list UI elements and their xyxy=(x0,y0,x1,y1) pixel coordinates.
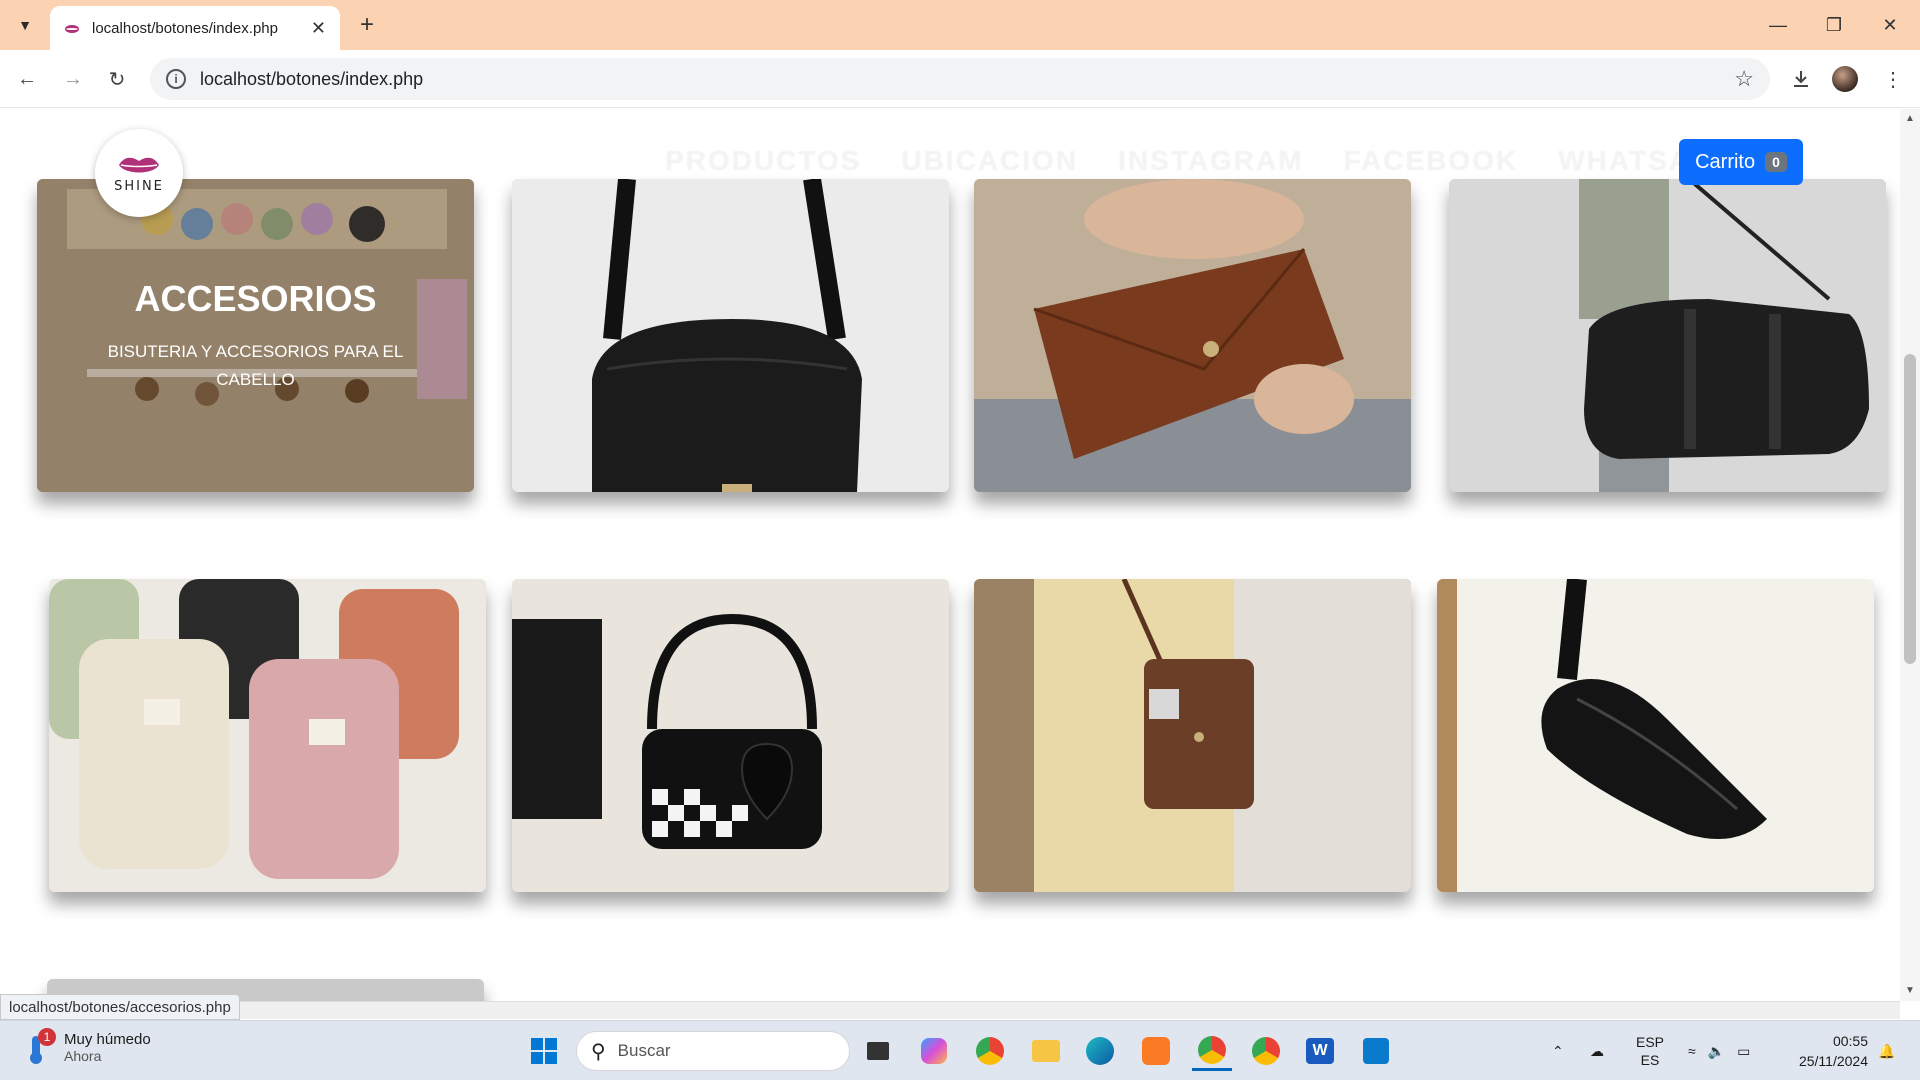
brown-leather-wallet-image xyxy=(974,179,1411,492)
taskbar-search-placeholder: Buscar xyxy=(617,1041,671,1060)
checkered-heart-handbag-image xyxy=(512,579,949,892)
copilot-icon[interactable] xyxy=(914,1031,954,1071)
vertical-scrollbar[interactable]: ▲ ▼ xyxy=(1900,109,1920,1001)
chevron-down-icon: ▼ xyxy=(18,17,32,33)
clock-time: 00:55 xyxy=(1832,1033,1868,1049)
system-tray[interactable]: ≈ 🔈 ▭ xyxy=(1688,1021,1750,1080)
address-bar[interactable]: i localhost/botones/index.php ☆ xyxy=(150,58,1770,100)
xampp-icon[interactable] xyxy=(1136,1031,1176,1071)
close-window-button[interactable]: ✕ xyxy=(1862,0,1918,50)
show-hidden-icons[interactable]: ⌃ xyxy=(1552,1021,1564,1080)
chrome-icon[interactable] xyxy=(970,1031,1010,1071)
vscode-icon[interactable] xyxy=(1356,1031,1396,1071)
search-icon: ⚲ xyxy=(591,1040,606,1063)
language-top: ESP xyxy=(1636,1034,1665,1050)
address-url[interactable]: localhost/botones/index.php xyxy=(200,69,1734,90)
weather-subtitle: Ahora xyxy=(64,1048,102,1064)
cart-button[interactable]: Carrito 0 xyxy=(1679,139,1803,185)
task-view-icon[interactable] xyxy=(858,1031,898,1071)
chrome-profile-icon[interactable] xyxy=(1246,1031,1286,1071)
menu-kebab-icon[interactable]: ⋮ xyxy=(1878,64,1908,94)
battery-icon: ▭ xyxy=(1737,1042,1751,1059)
word-icon[interactable]: W xyxy=(1300,1031,1340,1071)
cart-count-badge: 0 xyxy=(1765,152,1787,172)
clock-date: 25/11/2024 xyxy=(1798,1053,1868,1069)
site-nav: PRODUCTOS UBICACION INSTAGRAM FACEBOOK W… xyxy=(665,145,1732,177)
weather-notification-badge: 1 xyxy=(38,1027,56,1046)
card-brown-wallet[interactable] xyxy=(974,179,1411,492)
card-phone-pouch[interactable] xyxy=(974,579,1411,892)
horizontal-scrollbar[interactable] xyxy=(0,1001,1900,1019)
taskbar-search[interactable]: ⚲ Buscar xyxy=(576,1031,850,1071)
tab-strip: ▼ localhost/botones/index.php ✕ + — ❐ ✕ xyxy=(0,0,1920,50)
file-explorer-icon[interactable] xyxy=(1026,1031,1066,1071)
browser-tab[interactable]: localhost/botones/index.php ✕ xyxy=(50,6,340,50)
weather-title: Muy húmedo xyxy=(64,1031,151,1048)
chevron-up-icon: ⌃ xyxy=(1552,1042,1564,1059)
profile-avatar[interactable] xyxy=(1832,66,1858,92)
tab-title: localhost/botones/index.php xyxy=(92,19,278,37)
windows-start-icon[interactable] xyxy=(524,1031,564,1071)
nav-facebook[interactable]: FACEBOOK xyxy=(1344,145,1519,177)
site-logo[interactable]: SHINE xyxy=(95,129,183,217)
card-overlay: ACCESORIOS BISUTERIA Y ACCESORIOS PARA E… xyxy=(37,179,474,492)
windows-taskbar: 1 Muy húmedo Ahora ⚲ Buscar W ⌃ ☁ ESP ES… xyxy=(0,1020,1920,1080)
weather-widget[interactable]: 1 Muy húmedo Ahora xyxy=(22,1027,151,1064)
language-indicator[interactable]: ESP ES xyxy=(1636,1021,1664,1080)
restore-button[interactable]: ❐ xyxy=(1806,0,1862,50)
volume-icon: 🔈 xyxy=(1707,1042,1726,1059)
card-black-duffel[interactable] xyxy=(1449,179,1886,492)
link-status-bubble: localhost/botones/accesorios.php xyxy=(0,994,240,1020)
edge-icon[interactable] xyxy=(1080,1031,1120,1071)
black-crossbody-bag-image xyxy=(512,179,949,492)
close-tab-icon[interactable]: ✕ xyxy=(311,18,326,39)
card-heading: ACCESORIOS xyxy=(134,277,377,319)
site-info-icon[interactable]: i xyxy=(166,69,186,89)
tab-search-button[interactable]: ▼ xyxy=(10,10,40,40)
language-bottom: ES xyxy=(1640,1052,1660,1068)
reload-button[interactable]: ↻ xyxy=(102,64,132,94)
minimize-button[interactable]: — xyxy=(1750,0,1806,50)
forward-button[interactable]: → xyxy=(58,64,88,94)
lips-favicon-icon xyxy=(65,25,79,33)
black-duffel-bag-image xyxy=(1449,179,1886,492)
pastel-backpacks-image xyxy=(49,579,486,892)
notifications-bell-icon[interactable]: 🔔 xyxy=(1878,1021,1895,1080)
download-icon[interactable] xyxy=(1786,64,1816,94)
card-backpacks[interactable] xyxy=(49,579,486,892)
back-button[interactable]: ← xyxy=(12,64,42,94)
brown-phone-pouch-image xyxy=(974,579,1411,892)
clock[interactable]: 00:55 25/11/2024 xyxy=(1786,1021,1868,1080)
weather-icon: 1 xyxy=(22,1027,56,1064)
nav-instagram[interactable]: INSTAGRAM xyxy=(1118,145,1303,177)
black-fanny-pack-image xyxy=(1437,579,1874,892)
lips-icon xyxy=(119,157,159,172)
page-viewport: SHINE PRODUCTOS UBICACION INSTAGRAM FACE… xyxy=(0,109,1900,1001)
cart-label: Carrito xyxy=(1695,150,1756,173)
card-subtitle: BISUTERIA Y ACCESORIOS PARA EL CABELLO xyxy=(107,341,404,389)
scroll-up-icon[interactable]: ▲ xyxy=(1905,113,1915,124)
onedrive-icon[interactable]: ☁ xyxy=(1590,1021,1604,1080)
scrollbar-thumb[interactable] xyxy=(1904,354,1916,664)
chrome-active-icon[interactable] xyxy=(1192,1031,1232,1071)
new-tab-button[interactable]: + xyxy=(352,10,382,40)
card-fanny-pack[interactable] xyxy=(1437,579,1874,892)
browser-toolbar: ← → ↻ i localhost/botones/index.php ☆ ⋮ xyxy=(0,50,1920,108)
wifi-icon: ≈ xyxy=(1688,1043,1696,1059)
nav-ubicacion[interactable]: UBICACION xyxy=(901,145,1078,177)
nav-productos[interactable]: PRODUCTOS xyxy=(665,145,861,177)
card-heart-handbag[interactable] xyxy=(512,579,949,892)
card-black-crossbody-bag[interactable] xyxy=(512,179,949,492)
brand-name: SHINE xyxy=(114,178,164,194)
scroll-down-icon[interactable]: ▼ xyxy=(1905,985,1915,996)
bookmark-star-icon[interactable]: ☆ xyxy=(1734,66,1754,92)
card-accesorios[interactable]: ACCESORIOS BISUTERIA Y ACCESORIOS PARA E… xyxy=(37,179,474,492)
